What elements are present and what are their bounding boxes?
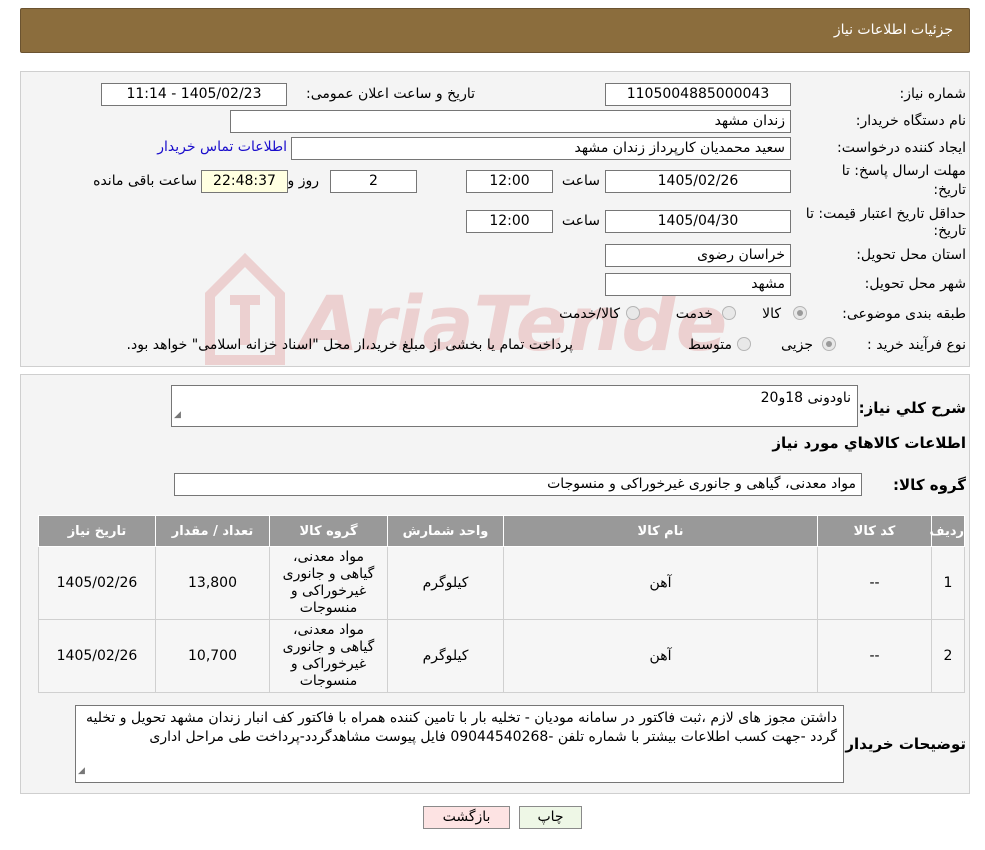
buyer-org-field: زندان مشهد: [230, 110, 791, 133]
buyer-notes-label: توضیحات خریدار:: [839, 735, 966, 753]
need-number-field: 1105004885000043: [605, 83, 791, 106]
cell-group: مواد معدنی، گیاهی و جانوری غیرخوراکی و م…: [269, 619, 388, 693]
cell-quantity: 10,700: [155, 619, 270, 693]
col-header-unit: واحد شمارش: [387, 515, 504, 547]
reply-date-field: 1405/02/26: [605, 170, 791, 193]
validity-date-field: 1405/04/30: [605, 210, 791, 233]
goods-info-title: اطلاعات کالاهاي مورد نياز: [772, 434, 966, 452]
buyer-org-label: نام دستگاه خریدار:: [855, 113, 966, 129]
goods-group-label: گروه کالا:: [893, 476, 966, 494]
province-label: استان محل تحویل:: [856, 247, 966, 263]
cell-index: 1: [931, 546, 965, 620]
validity-time-field: 12:00: [466, 210, 553, 233]
summary-label: شرح کلي نياز:: [858, 399, 966, 417]
col-header-quantity: تعداد / مقدار: [155, 515, 270, 547]
cell-code: --: [817, 546, 932, 620]
col-header-index: رديف: [929, 515, 965, 547]
cell-unit: کیلوگرم: [387, 619, 504, 693]
need-number-label: شماره نیاز:: [899, 86, 967, 102]
process-label: نوع فرآیند خرید :: [867, 337, 966, 353]
validity-label-2: تاریخ:: [933, 223, 966, 239]
print-button[interactable]: چاپ: [519, 806, 582, 829]
table-row: 2 -- آهن کیلوگرم مواد معدنی، گیاهی و جان…: [38, 619, 965, 693]
cell-unit: کیلوگرم: [387, 546, 504, 620]
remaining-label: ساعت باقی مانده: [93, 173, 197, 189]
province-field: خراسان رضوی: [605, 244, 791, 267]
process-option-medium: متوسط: [688, 337, 732, 353]
process-radio-medium[interactable]: [737, 337, 751, 351]
days-field: 2: [330, 170, 417, 193]
summary-field: ناودونی 18و20 ◢: [171, 385, 858, 427]
validity-label: حداقل تاریخ اعتبار قیمت: تا: [805, 206, 966, 222]
goods-group-field: مواد معدنی، گیاهی و جانوری غیرخوراکی و م…: [174, 473, 862, 496]
cell-date: 1405/02/26: [38, 546, 156, 620]
days-label: روز و: [287, 173, 320, 189]
category-option-goods: کالا: [762, 306, 781, 322]
contact-buyer-link[interactable]: اطلاعات تماس خریدار: [157, 139, 287, 155]
back-button[interactable]: بازگشت: [423, 806, 510, 829]
cell-group: مواد معدنی، گیاهی و جانوری غیرخوراکی و م…: [269, 546, 388, 620]
summary-text: ناودونی 18و20: [760, 390, 851, 406]
validity-time-label: ساعت: [561, 213, 600, 229]
col-header-date: تاریخ نیاز: [38, 515, 156, 547]
category-option-goods-service: کالا/خدمت: [559, 306, 620, 322]
city-label: شهر محل تحویل:: [864, 276, 966, 292]
buyer-notes-field: داشتن مجوز های لازم ،ثبت فاکتور در سامان…: [75, 705, 844, 783]
cell-quantity: 13,800: [155, 546, 270, 620]
cell-code: --: [817, 619, 932, 693]
cell-index: 2: [931, 619, 965, 693]
cell-name: آهن: [503, 546, 818, 620]
process-option-minor: جزیی: [781, 337, 813, 353]
announce-field: 1405/02/23 - 11:14: [101, 83, 287, 106]
category-radio-goods[interactable]: [793, 306, 807, 320]
reply-deadline-label: مهلت ارسال پاسخ: تا: [841, 163, 966, 179]
col-header-name: نام کالا: [503, 515, 818, 547]
table-row: 1 -- آهن کیلوگرم مواد معدنی، گیاهی و جان…: [38, 546, 965, 620]
table-header-row: رديف کد کالا نام کالا واحد شمارش گروه کا…: [38, 515, 965, 547]
category-radio-service[interactable]: [722, 306, 736, 320]
category-option-service: خدمت: [675, 306, 713, 322]
creator-label: ایجاد کننده درخواست:: [837, 140, 966, 156]
remaining-time-field: 22:48:37: [201, 170, 288, 193]
cell-name: آهن: [503, 619, 818, 693]
reply-deadline-label-2: تاریخ:: [933, 182, 966, 198]
category-label: طبقه بندی موضوعی:: [842, 306, 966, 322]
buyer-notes-text: داشتن مجوز های لازم ،ثبت فاکتور در سامان…: [86, 710, 837, 745]
city-field: مشهد: [605, 273, 791, 296]
col-header-code: کد کالا: [817, 515, 932, 547]
process-note: پرداخت تمام یا بخشی از مبلغ خرید،از محل …: [126, 337, 573, 353]
col-header-group: گروه کالا: [269, 515, 388, 547]
category-radio-goods-service[interactable]: [626, 306, 640, 320]
cell-date: 1405/02/26: [38, 619, 156, 693]
reply-time-field: 12:00: [466, 170, 553, 193]
page-header: جزئیات اطلاعات نیاز: [20, 8, 970, 53]
page-title: جزئیات اطلاعات نیاز: [833, 22, 953, 38]
process-radio-minor[interactable]: [822, 337, 836, 351]
creator-field: سعید محمدیان کارپرداز زندان مشهد: [291, 137, 791, 160]
reply-time-label: ساعت: [561, 173, 600, 189]
announce-label: تاریخ و ساعت اعلان عمومی:: [306, 86, 475, 102]
resize-grip-icon[interactable]: ◢: [78, 762, 85, 781]
goods-table: رديف کد کالا نام کالا واحد شمارش گروه کا…: [38, 515, 965, 693]
resize-grip-icon[interactable]: ◢: [174, 406, 181, 425]
